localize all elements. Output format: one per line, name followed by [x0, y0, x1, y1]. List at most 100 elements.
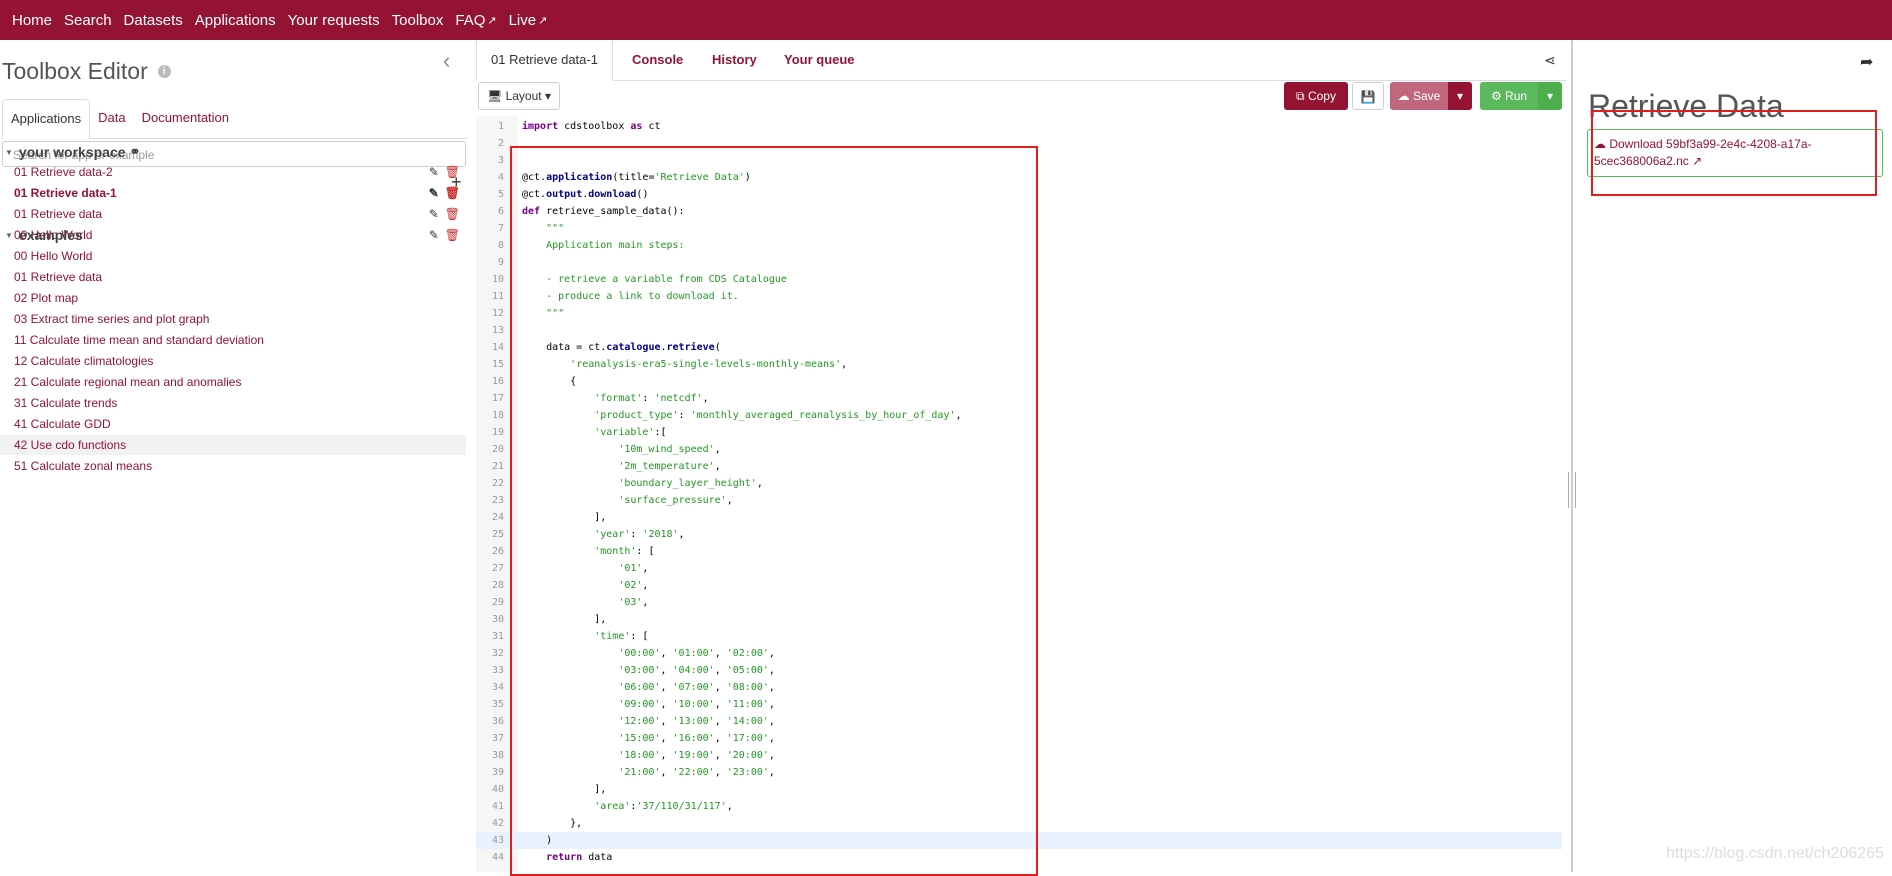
code-editor[interactable]: 1 import cdstoolbox as ct 2 3 4 @ct.applicati… [476, 116, 1566, 876]
nav-link-datasets[interactable]: Datasets [124, 12, 183, 29]
line-number: 24 [491, 512, 504, 523]
trash-icon[interactable]: 🗑 [445, 207, 460, 221]
line-number: 36 [491, 716, 504, 727]
editor-tabs: 01 Retrieve data-1 Console History Your que… [476, 40, 1566, 81]
line-number: 30 [491, 614, 504, 625]
line-number: 35 [491, 699, 504, 710]
run-caret-button[interactable]: ▾ [1538, 82, 1562, 110]
panel-splitter[interactable] [1571, 40, 1573, 872]
line-number: 28 [491, 580, 504, 591]
line-number: 2 [497, 138, 504, 149]
line-number: 15 [491, 359, 504, 370]
workspace-group[interactable]: ▼ your workspace ⚭ [5, 144, 140, 160]
sidebar-tabs: Applications Data Documentation [2, 99, 468, 140]
example-item[interactable]: 12 Calculate climatologies [0, 351, 466, 371]
workspace-item-label: 01 Retrieve data-1 [14, 186, 117, 200]
line-number: 16 [491, 376, 504, 387]
workspace-item-label: 01 Retrieve data [14, 207, 103, 221]
example-item[interactable]: 42 Use cdo functions [0, 435, 466, 455]
trash-icon[interactable]: 🗑 [445, 186, 460, 200]
example-item[interactable]: 21 Calculate regional mean and anomalies [0, 372, 466, 392]
tab-history[interactable]: History [712, 40, 757, 80]
nav-link-label: Live [508, 11, 537, 29]
copy-button[interactable]: ⧉ Copy [1284, 82, 1348, 110]
tab-01-retrieve-data-1[interactable]: 01 Retrieve data-1 [476, 40, 613, 81]
line-number: 14 [491, 342, 504, 353]
example-item[interactable]: 41 Calculate GDD [0, 414, 466, 434]
example-item[interactable]: 03 Extract time series and plot graph [0, 309, 466, 329]
tab-documentation[interactable]: Documentation [134, 99, 237, 138]
line-number: 37 [491, 733, 504, 744]
line-number: 39 [491, 767, 504, 778]
drag-handle[interactable] [1568, 472, 1576, 508]
trash-icon[interactable]: 🗑 [445, 228, 460, 242]
example-item[interactable]: 51 Calculate zonal means [0, 456, 466, 476]
item-actions: ✎ 🗑 [429, 183, 460, 203]
line-number: 20 [491, 444, 504, 455]
workspace-item[interactable]: 01 Retrieve data ✎ 🗑 [0, 204, 466, 224]
forward-icon[interactable]: ➦ [1860, 52, 1873, 72]
example-item[interactable]: 11 Calculate time mean and standard devi… [0, 330, 466, 350]
line-number: 4 [497, 172, 504, 183]
run-button[interactable]: ⚙ Run [1480, 82, 1538, 110]
line-number: 12 [491, 308, 504, 319]
example-item[interactable]: 02 Plot map [0, 288, 466, 308]
annotation-box [510, 146, 1038, 876]
line-number: 27 [491, 563, 504, 574]
save-button[interactable]: ☁ Save [1390, 82, 1448, 110]
example-item[interactable]: 00 Hello World [0, 246, 466, 266]
line-number: 26 [491, 546, 504, 557]
nav-link-your-requests[interactable]: Your requests [288, 12, 380, 29]
annotation-box [1591, 110, 1877, 196]
item-actions: ✎ 🗑 [429, 204, 460, 224]
nav-link-live[interactable]: Live ↗ [509, 12, 548, 29]
toolbox-sidebar: Toolbox Editor i ‹ Applications Data Docume… [0, 40, 472, 872]
example-item[interactable]: 31 Calculate trends [0, 393, 466, 413]
layout-dropdown[interactable]: 🖥 Layout ▾ [478, 82, 560, 110]
trash-icon[interactable]: 🗑 [445, 165, 460, 179]
examples-group[interactable]: ▼ examples [5, 227, 83, 243]
line-number: 40 [491, 784, 504, 795]
tab-console[interactable]: Console [632, 40, 683, 80]
tab-data[interactable]: Data [90, 99, 133, 138]
line-number: 17 [491, 393, 504, 404]
nav-link-search[interactable]: Search [64, 12, 112, 29]
item-actions: ✎ 🗑 [429, 225, 460, 245]
line-number: 33 [491, 665, 504, 676]
example-item-label: 21 Calculate regional mean and anomalies [14, 375, 242, 389]
nav-link-faq[interactable]: FAQ ↗ [455, 12, 496, 29]
share-icon[interactable]: ⋖ [1544, 52, 1556, 69]
watermark: https://blog.csdn.net/ch206265 [1666, 845, 1884, 862]
nav-link-applications[interactable]: Applications [195, 12, 276, 29]
example-item-label: 41 Calculate GDD [14, 417, 111, 431]
save-caret-button[interactable]: ▾ [1448, 82, 1472, 110]
pencil-icon[interactable]: ✎ [429, 228, 439, 242]
line-number: 5 [497, 189, 504, 200]
nav-link-toolbox[interactable]: Toolbox [392, 12, 444, 29]
line-number: 1 [497, 121, 504, 132]
pencil-icon[interactable]: ✎ [429, 207, 439, 221]
save-floppy-button[interactable]: 💾 [1352, 82, 1384, 110]
nav-link-home[interactable]: Home [12, 12, 52, 29]
pencil-icon[interactable]: ✎ [429, 165, 439, 179]
line-number: 21 [491, 461, 504, 472]
example-item[interactable]: 01 Retrieve data [0, 267, 466, 287]
line-number: 34 [491, 682, 504, 693]
line-number: 9 [497, 257, 504, 268]
pencil-icon[interactable]: ✎ [429, 186, 439, 200]
line-number: 23 [491, 495, 504, 506]
line-number: 42 [491, 818, 504, 829]
workspace-item[interactable]: 01 Retrieve data-1 ✎ 🗑 [0, 183, 466, 203]
line-number: 11 [491, 291, 504, 302]
tab-applications[interactable]: Applications [2, 99, 91, 140]
editor-panel: 01 Retrieve data-1 Console History Your que… [476, 40, 1566, 876]
example-item-label: 51 Calculate zonal means [14, 459, 153, 473]
workspace-item[interactable]: 01 Retrieve data-2 ✎ 🗑 [0, 162, 466, 182]
output-panel: ➦ Retrieve Data ☁ Download 59bf3a99-2e4c… [1576, 40, 1892, 872]
line-number: 3 [497, 155, 504, 166]
info-icon[interactable]: i [157, 65, 171, 78]
collapse-chevron-icon[interactable]: ‹ [443, 48, 450, 74]
tab-your-queue[interactable]: Your queue [784, 40, 855, 80]
code-text: import cdstoolbox as ct [522, 121, 661, 132]
nav-link-label: Toolbox [391, 11, 444, 29]
